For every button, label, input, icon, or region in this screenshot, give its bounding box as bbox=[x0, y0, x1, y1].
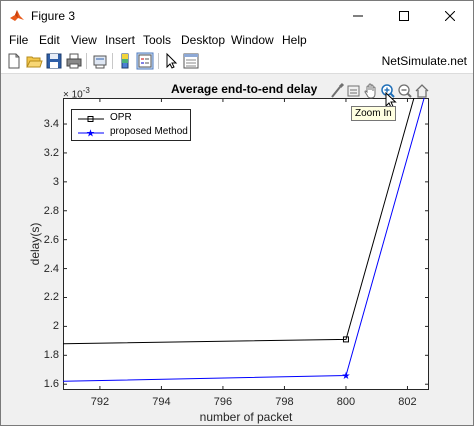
x-tick-label: 798 bbox=[275, 396, 294, 408]
legend-swatch-opr bbox=[78, 116, 104, 122]
x-tick-label: 800 bbox=[336, 396, 356, 408]
menu-tools[interactable]: Tools bbox=[143, 33, 171, 47]
insert-legend-icon[interactable] bbox=[136, 52, 154, 70]
close-icon bbox=[445, 11, 455, 21]
maximize-icon bbox=[399, 11, 409, 21]
axes-toolbar bbox=[329, 82, 431, 100]
print-icon[interactable] bbox=[65, 52, 83, 70]
chart-title: Average end-to-end delay bbox=[171, 82, 318, 96]
toolbar-brand-text: NetSimulate.net bbox=[381, 54, 467, 68]
axis-ticks bbox=[63, 98, 429, 390]
matlab-logo-icon bbox=[10, 10, 24, 21]
data-tips-icon[interactable] bbox=[346, 82, 362, 100]
minimize-icon bbox=[353, 15, 363, 17]
maximize-button[interactable] bbox=[381, 1, 427, 31]
y-tick-label: 3.4 bbox=[43, 118, 59, 131]
y-axis-label: delay(s) bbox=[28, 222, 42, 266]
figure-window: Figure 3 File Edit View Insert Tools Des… bbox=[0, 0, 474, 426]
menu-edit[interactable]: Edit bbox=[39, 33, 60, 47]
save-icon[interactable] bbox=[45, 52, 63, 70]
title-bar[interactable]: Figure 3 bbox=[1, 1, 473, 31]
legend-item-proposed: ★ proposed Method bbox=[76, 126, 188, 140]
y-exponent-power: -3 bbox=[82, 86, 90, 95]
menu-window[interactable]: Window bbox=[231, 33, 274, 47]
x-tick-label: 792 bbox=[90, 396, 110, 408]
toolbar-separator bbox=[158, 53, 159, 69]
new-figure-icon[interactable] bbox=[5, 52, 23, 70]
menu-help[interactable]: Help bbox=[282, 33, 307, 47]
toolbar-separator bbox=[86, 53, 87, 69]
markers-group: ★ bbox=[341, 336, 350, 382]
y-tick-label: 2.2 bbox=[43, 291, 59, 304]
y-tick-label: 3.2 bbox=[43, 146, 59, 159]
insert-colorbar-icon[interactable] bbox=[116, 52, 134, 70]
y-tick-label: 2.8 bbox=[43, 204, 59, 217]
x-axis-label: number of packet bbox=[199, 410, 293, 424]
y-tick-label: 3 bbox=[52, 175, 59, 188]
edit-plot-icon[interactable] bbox=[162, 52, 180, 70]
legend-item-opr: OPR bbox=[76, 112, 188, 126]
toolbar-separator bbox=[112, 53, 113, 69]
zoom-out-icon[interactable] bbox=[397, 82, 413, 100]
print-preview-icon[interactable] bbox=[91, 52, 109, 70]
x-tick-label: 796 bbox=[213, 396, 233, 408]
property-inspector-icon[interactable] bbox=[182, 52, 200, 70]
y-tick-label: 1.8 bbox=[43, 349, 59, 362]
legend-label-proposed: proposed Method bbox=[110, 126, 188, 137]
close-button[interactable] bbox=[427, 1, 473, 31]
zoom-in-tooltip: Zoom In bbox=[351, 106, 396, 121]
menu-desktop[interactable]: Desktop bbox=[181, 33, 225, 47]
brush-icon[interactable] bbox=[329, 82, 345, 100]
figure-toolbar: NetSimulate.net bbox=[1, 49, 473, 74]
legend-label-opr: OPR bbox=[110, 112, 132, 123]
menu-view[interactable]: View bbox=[71, 33, 97, 47]
minimize-button[interactable] bbox=[335, 1, 381, 31]
y-axis-exponent: × 10-3 bbox=[63, 86, 90, 100]
home-icon[interactable] bbox=[414, 82, 430, 100]
menu-insert[interactable]: Insert bbox=[105, 33, 135, 47]
y-tick-label: 1.6 bbox=[43, 378, 59, 391]
pan-icon[interactable] bbox=[363, 82, 379, 100]
x-tick-label: 794 bbox=[152, 396, 171, 408]
open-file-icon[interactable] bbox=[25, 52, 43, 70]
window-title: Figure 3 bbox=[31, 9, 76, 23]
series-marker-1: ★ bbox=[341, 371, 350, 382]
x-tick-label: 802 bbox=[398, 396, 417, 408]
chart-legend[interactable]: OPR ★ proposed Method bbox=[71, 109, 191, 141]
menu-bar: File Edit View Insert Tools Desktop Wind… bbox=[1, 31, 473, 49]
y-exponent-base: × 10 bbox=[63, 89, 83, 101]
menu-file[interactable]: File bbox=[9, 33, 28, 47]
svg-text:★: ★ bbox=[86, 129, 95, 140]
legend-swatch-proposed: ★ bbox=[78, 129, 104, 140]
figure-canvas: ★ Average end-to-end delay × 10-3 792 794… bbox=[1, 74, 473, 425]
y-tick-label: 2 bbox=[52, 320, 59, 333]
